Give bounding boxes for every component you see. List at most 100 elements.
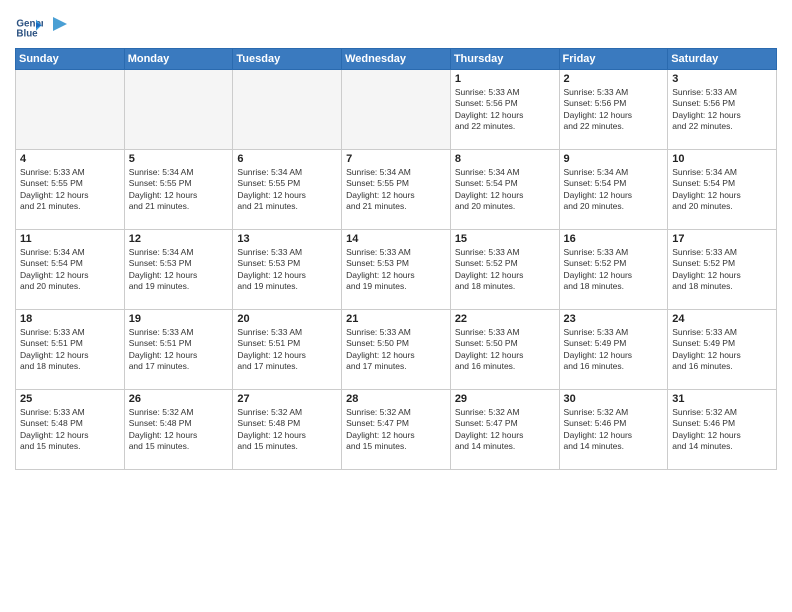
calendar-cell: 19 Sunrise: 5:33 AM Sunset: 5:51 PM Dayli… (124, 310, 233, 390)
svg-text:Blue: Blue (16, 28, 38, 39)
header-saturday: Saturday (668, 49, 777, 70)
calendar-cell: 15 Sunrise: 5:33 AM Sunset: 5:52 PM Dayli… (450, 230, 559, 310)
day-number: 8 (455, 153, 555, 165)
calendar-cell: 22 Sunrise: 5:33 AM Sunset: 5:50 PM Dayli… (450, 310, 559, 390)
day-info: Sunrise: 5:33 AM Sunset: 5:53 PM Dayligh… (346, 247, 446, 293)
day-number: 18 (20, 313, 120, 325)
day-info: Sunrise: 5:33 AM Sunset: 5:53 PM Dayligh… (237, 247, 337, 293)
calendar-cell: 28 Sunrise: 5:32 AM Sunset: 5:47 PM Dayli… (342, 390, 451, 470)
day-info: Sunrise: 5:33 AM Sunset: 5:49 PM Dayligh… (564, 327, 664, 373)
calendar-cell: 17Sunrise: 5:33 AM Sunset: 5:52 PM Dayli… (668, 230, 777, 310)
day-info: Sunrise: 5:34 AM Sunset: 5:53 PM Dayligh… (129, 247, 229, 293)
day-info: Sunrise: 5:33 AM Sunset: 5:50 PM Dayligh… (455, 327, 555, 373)
day-number: 5 (129, 153, 229, 165)
calendar-cell: 26 Sunrise: 5:32 AM Sunset: 5:48 PM Dayli… (124, 390, 233, 470)
calendar-cell: 21Sunrise: 5:33 AM Sunset: 5:50 PM Dayli… (342, 310, 451, 390)
calendar-cell (342, 70, 451, 150)
calendar-cell (233, 70, 342, 150)
day-number: 6 (237, 153, 337, 165)
day-info: Sunrise: 5:33 AM Sunset: 5:52 PM Dayligh… (455, 247, 555, 293)
day-info: Sunrise: 5:34 AM Sunset: 5:54 PM Dayligh… (672, 167, 772, 213)
weekday-header-row: Sunday Monday Tuesday Wednesday Thursday… (16, 49, 777, 70)
day-number: 27 (237, 393, 337, 405)
day-info: Sunrise: 5:32 AM Sunset: 5:48 PM Dayligh… (129, 407, 229, 453)
calendar-cell: 16 Sunrise: 5:33 AM Sunset: 5:52 PM Dayli… (559, 230, 668, 310)
day-info: Sunrise: 5:33 AM Sunset: 5:51 PM Dayligh… (237, 327, 337, 373)
day-number: 9 (564, 153, 664, 165)
calendar-week-row: 1Sunrise: 5:33 AM Sunset: 5:56 PM Daylig… (16, 70, 777, 150)
day-number: 25 (20, 393, 120, 405)
day-number: 19 (129, 313, 229, 325)
day-info: Sunrise: 5:33 AM Sunset: 5:48 PM Dayligh… (20, 407, 120, 453)
day-info: Sunrise: 5:34 AM Sunset: 5:55 PM Dayligh… (129, 167, 229, 213)
calendar-cell: 2Sunrise: 5:33 AM Sunset: 5:56 PM Daylig… (559, 70, 668, 150)
day-info: Sunrise: 5:33 AM Sunset: 5:56 PM Dayligh… (672, 87, 772, 133)
header-wednesday: Wednesday (342, 49, 451, 70)
calendar-cell: 27Sunrise: 5:32 AM Sunset: 5:48 PM Dayli… (233, 390, 342, 470)
logo: General Blue (15, 14, 71, 42)
calendar-body: 1Sunrise: 5:33 AM Sunset: 5:56 PM Daylig… (16, 70, 777, 470)
day-number: 21 (346, 313, 446, 325)
day-info: Sunrise: 5:34 AM Sunset: 5:55 PM Dayligh… (346, 167, 446, 213)
day-number: 20 (237, 313, 337, 325)
day-info: Sunrise: 5:34 AM Sunset: 5:54 PM Dayligh… (20, 247, 120, 293)
day-number: 17 (672, 233, 772, 245)
calendar-cell: 5 Sunrise: 5:34 AM Sunset: 5:55 PM Daylig… (124, 150, 233, 230)
day-number: 2 (564, 73, 664, 85)
calendar-cell: 8 Sunrise: 5:34 AM Sunset: 5:54 PM Daylig… (450, 150, 559, 230)
calendar-cell: 11Sunrise: 5:34 AM Sunset: 5:54 PM Dayli… (16, 230, 125, 310)
day-number: 12 (129, 233, 229, 245)
calendar-cell: 20 Sunrise: 5:33 AM Sunset: 5:51 PM Dayli… (233, 310, 342, 390)
page: General Blue Sunday Monday Tuesday (0, 0, 792, 480)
calendar-cell: 31Sunrise: 5:32 AM Sunset: 5:46 PM Dayli… (668, 390, 777, 470)
day-number: 29 (455, 393, 555, 405)
day-info: Sunrise: 5:32 AM Sunset: 5:47 PM Dayligh… (346, 407, 446, 453)
calendar-cell (124, 70, 233, 150)
day-number: 3 (672, 73, 772, 85)
calendar-cell: 9 Sunrise: 5:34 AM Sunset: 5:54 PM Daylig… (559, 150, 668, 230)
day-number: 13 (237, 233, 337, 245)
day-info: Sunrise: 5:32 AM Sunset: 5:47 PM Dayligh… (455, 407, 555, 453)
calendar-cell: 29 Sunrise: 5:32 AM Sunset: 5:47 PM Dayli… (450, 390, 559, 470)
header: General Blue (15, 10, 777, 42)
calendar-cell: 1Sunrise: 5:33 AM Sunset: 5:56 PM Daylig… (450, 70, 559, 150)
header-sunday: Sunday (16, 49, 125, 70)
day-number: 7 (346, 153, 446, 165)
day-info: Sunrise: 5:34 AM Sunset: 5:54 PM Dayligh… (564, 167, 664, 213)
day-number: 24 (672, 313, 772, 325)
header-friday: Friday (559, 49, 668, 70)
day-number: 22 (455, 313, 555, 325)
day-number: 14 (346, 233, 446, 245)
calendar-cell: 14 Sunrise: 5:33 AM Sunset: 5:53 PM Dayli… (342, 230, 451, 310)
day-info: Sunrise: 5:33 AM Sunset: 5:49 PM Dayligh… (672, 327, 772, 373)
calendar-cell: 12 Sunrise: 5:34 AM Sunset: 5:53 PM Dayli… (124, 230, 233, 310)
calendar-cell (16, 70, 125, 150)
day-number: 28 (346, 393, 446, 405)
calendar-cell: 6 Sunrise: 5:34 AM Sunset: 5:55 PM Daylig… (233, 150, 342, 230)
calendar-week-row: 18 Sunrise: 5:33 AM Sunset: 5:51 PM Dayli… (16, 310, 777, 390)
calendar-week-row: 11Sunrise: 5:34 AM Sunset: 5:54 PM Dayli… (16, 230, 777, 310)
calendar-cell: 4 Sunrise: 5:33 AM Sunset: 5:55 PM Daylig… (16, 150, 125, 230)
day-info: Sunrise: 5:33 AM Sunset: 5:56 PM Dayligh… (455, 87, 555, 133)
calendar-table: Sunday Monday Tuesday Wednesday Thursday… (15, 48, 777, 470)
day-info: Sunrise: 5:34 AM Sunset: 5:54 PM Dayligh… (455, 167, 555, 213)
day-number: 26 (129, 393, 229, 405)
header-monday: Monday (124, 49, 233, 70)
calendar-week-row: 25 Sunrise: 5:33 AM Sunset: 5:48 PM Dayli… (16, 390, 777, 470)
logo-arrow-icon (49, 13, 71, 35)
calendar-cell: 10Sunrise: 5:34 AM Sunset: 5:54 PM Dayli… (668, 150, 777, 230)
day-number: 15 (455, 233, 555, 245)
header-tuesday: Tuesday (233, 49, 342, 70)
day-info: Sunrise: 5:32 AM Sunset: 5:46 PM Dayligh… (672, 407, 772, 453)
day-info: Sunrise: 5:33 AM Sunset: 5:55 PM Dayligh… (20, 167, 120, 213)
day-number: 4 (20, 153, 120, 165)
calendar-cell: 7 Sunrise: 5:34 AM Sunset: 5:55 PM Daylig… (342, 150, 451, 230)
day-info: Sunrise: 5:34 AM Sunset: 5:55 PM Dayligh… (237, 167, 337, 213)
day-info: Sunrise: 5:33 AM Sunset: 5:52 PM Dayligh… (564, 247, 664, 293)
calendar-cell: 24 Sunrise: 5:33 AM Sunset: 5:49 PM Dayli… (668, 310, 777, 390)
calendar-cell: 13 Sunrise: 5:33 AM Sunset: 5:53 PM Dayli… (233, 230, 342, 310)
day-number: 16 (564, 233, 664, 245)
day-info: Sunrise: 5:33 AM Sunset: 5:51 PM Dayligh… (129, 327, 229, 373)
calendar-cell: 23Sunrise: 5:33 AM Sunset: 5:49 PM Dayli… (559, 310, 668, 390)
header-thursday: Thursday (450, 49, 559, 70)
